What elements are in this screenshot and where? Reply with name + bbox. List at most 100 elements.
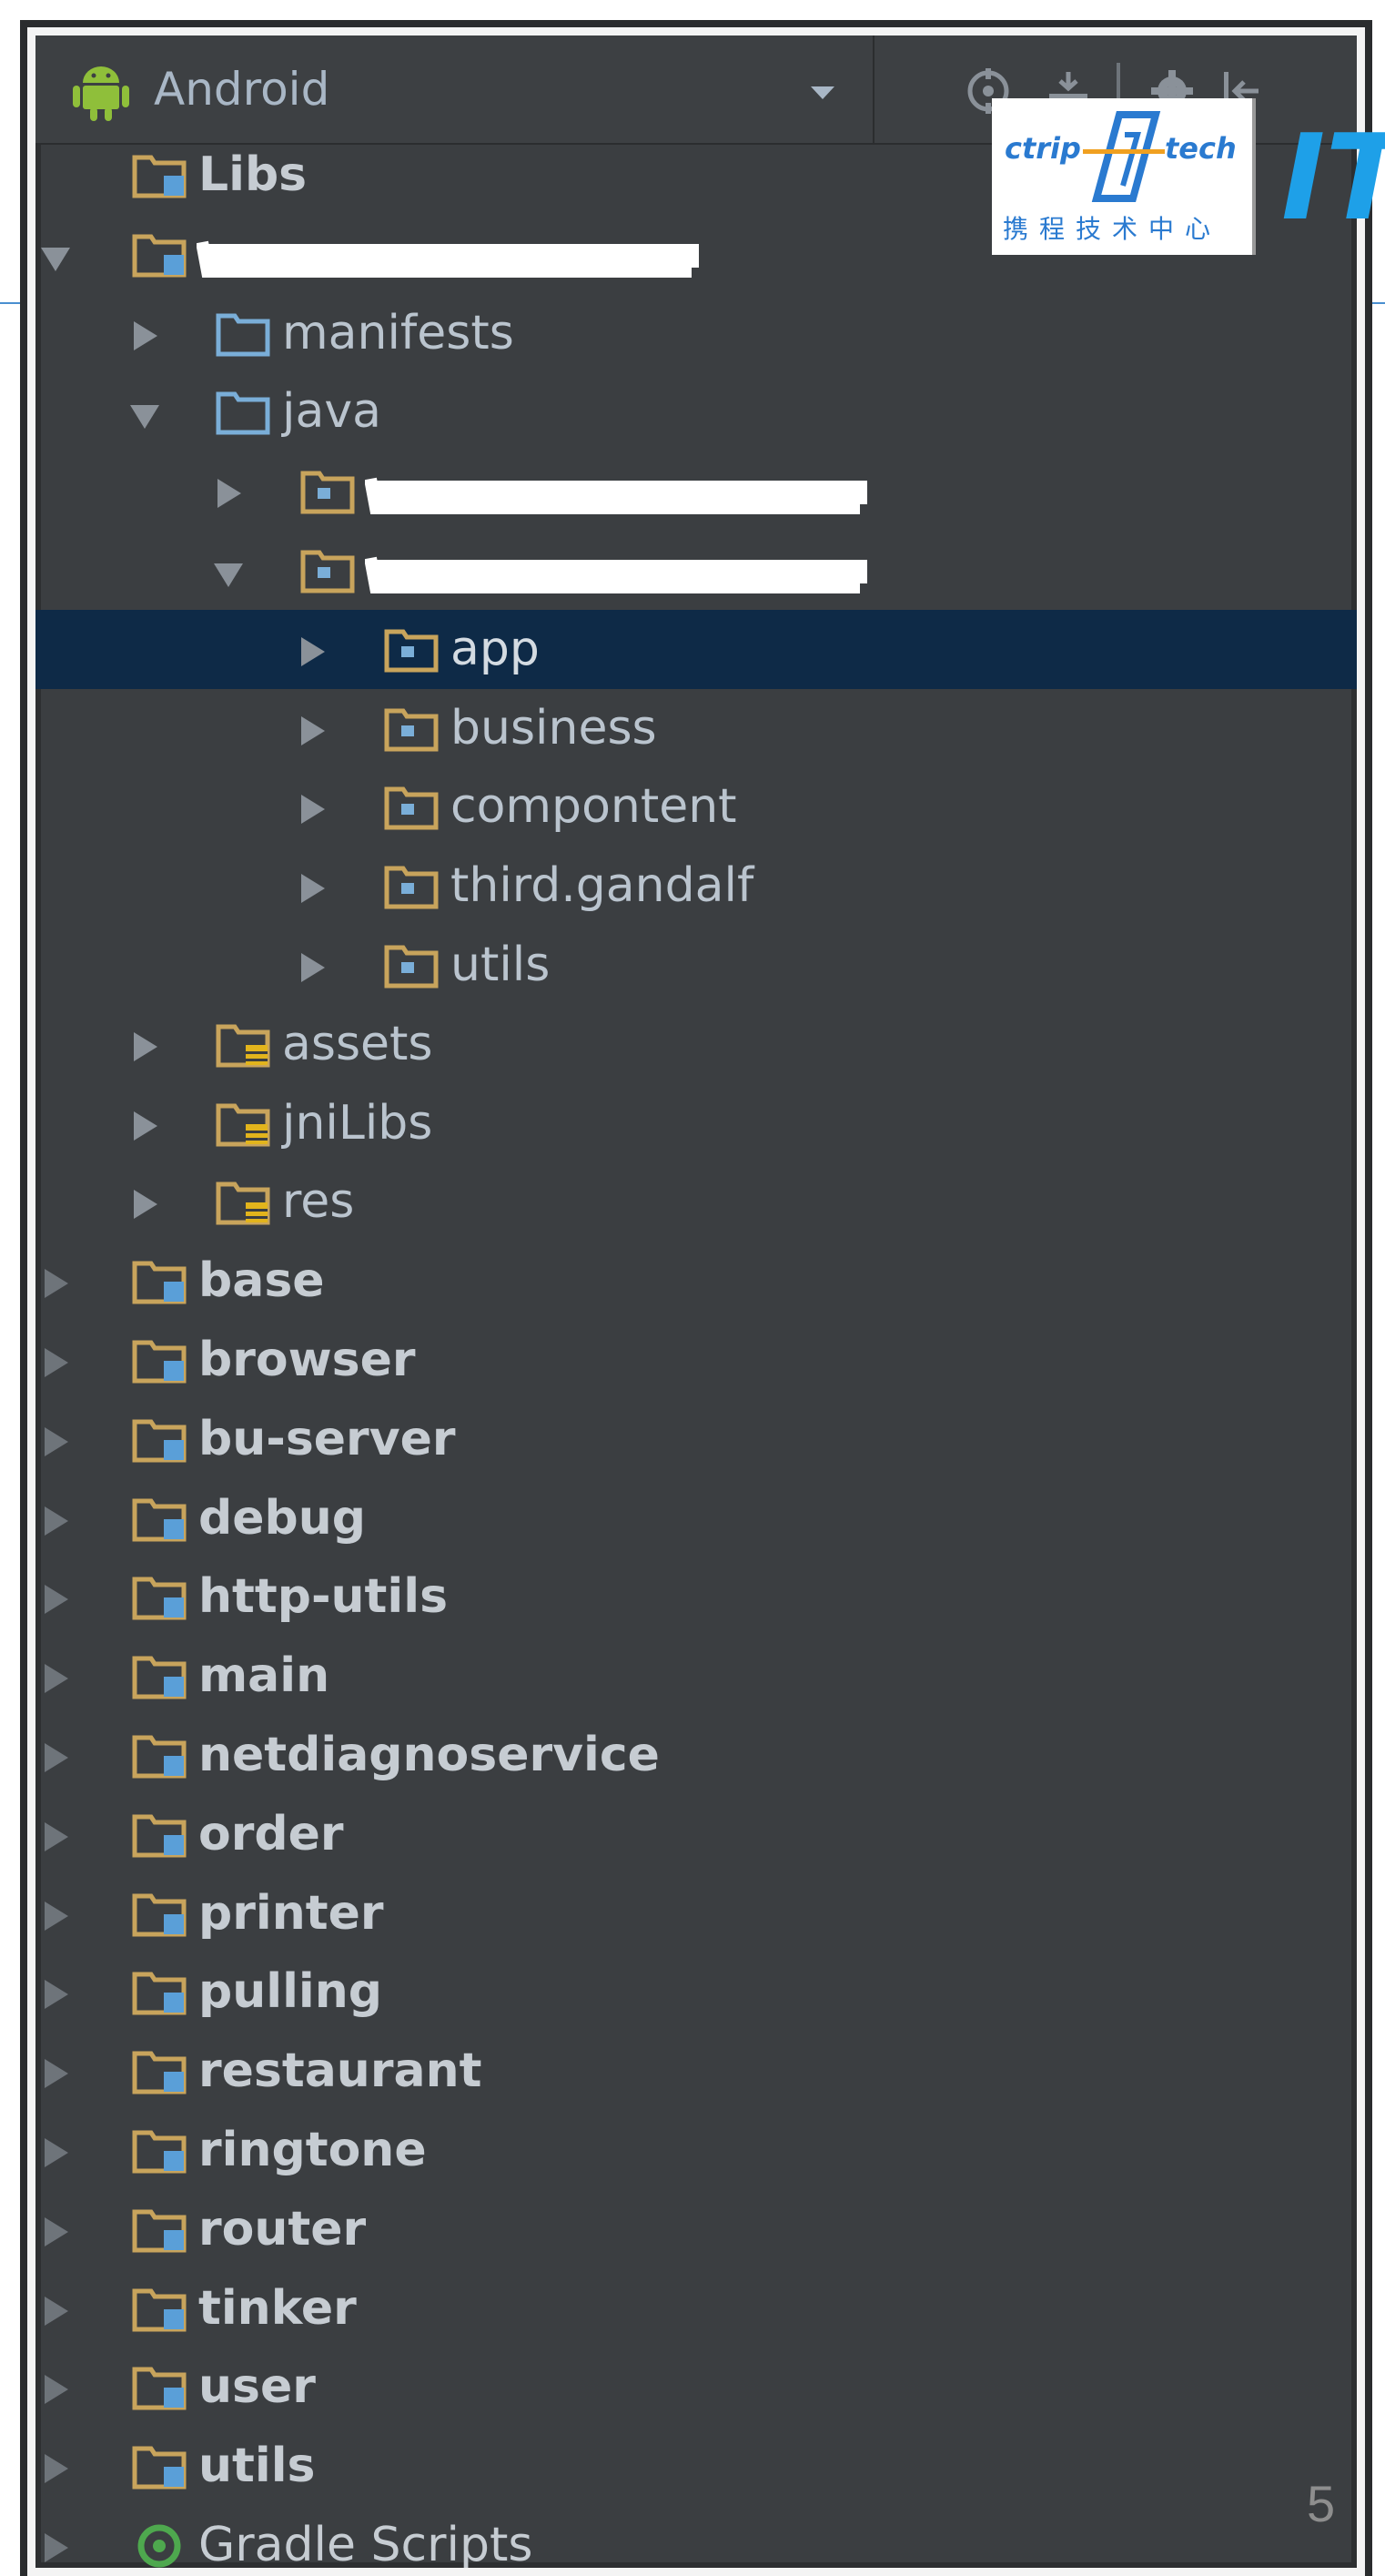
tree-row-app[interactable]: app (35, 609, 1357, 689)
tree-row-compontent[interactable]: compontent (35, 767, 1357, 847)
tree-row-label: Libs (198, 147, 308, 202)
package-folder-icon (300, 471, 355, 514)
expand-arrow-icon[interactable] (45, 2533, 68, 2562)
expand-arrow-icon[interactable] (134, 320, 157, 350)
expand-arrow-icon[interactable] (134, 1190, 157, 1220)
tree-row-label: java (282, 384, 381, 440)
module-folder-icon (132, 1340, 187, 1384)
tree-row-utils[interactable]: utils (35, 2427, 1357, 2506)
tree-row-label: jniLibs (282, 1095, 433, 1151)
tree-row-utils[interactable]: utils (35, 926, 1357, 1005)
tree-row-order[interactable]: order (35, 1795, 1357, 1874)
tree-row-redacted-4[interactable] (35, 451, 1357, 531)
expand-arrow-icon[interactable] (45, 1821, 68, 1851)
expand-arrow-icon[interactable] (45, 1426, 68, 1456)
expand-arrow-icon[interactable] (45, 2375, 68, 2405)
module-folder-icon (132, 1656, 187, 1699)
tree-row-label: tinker (198, 2280, 357, 2336)
tree-row-label: res (282, 1174, 355, 1230)
logo-chinese-text: 携程技术中心 (1003, 214, 1222, 244)
logo-divider (1252, 98, 1256, 255)
expand-arrow-icon[interactable] (301, 953, 325, 982)
tree-row-debug[interactable]: debug (35, 1479, 1357, 1558)
expand-arrow-icon[interactable] (301, 874, 325, 904)
tree-row-jnilibs[interactable]: jniLibs (35, 1084, 1357, 1163)
tree-row-label: app (450, 621, 540, 676)
module-folder-icon (132, 2288, 187, 2332)
gradle-folder-icon (137, 2524, 181, 2568)
tree-row-printer[interactable]: printer (35, 1874, 1357, 1953)
expand-arrow-icon[interactable] (45, 1980, 68, 2010)
tree-row-assets[interactable]: assets (35, 1005, 1357, 1084)
expand-arrow-icon[interactable] (45, 1743, 68, 1772)
ctrip-tech-logo: ctrip tech 携程技术中心 (992, 98, 1256, 255)
expand-arrow-icon[interactable] (217, 479, 241, 509)
tree-row-third-gandalf[interactable]: third.gandalf (35, 847, 1357, 926)
tree-row-java[interactable]: java (35, 372, 1357, 451)
module-folder-icon (132, 1261, 187, 1304)
expand-arrow-icon[interactable] (45, 1901, 68, 1931)
tree-row-label: order (198, 1806, 344, 1861)
tree-row-ringtone[interactable]: ringtone (35, 2111, 1357, 2190)
resource-folder-icon (216, 1182, 270, 1225)
expand-arrow-icon[interactable] (45, 1348, 68, 1377)
tree-row-bu-server[interactable]: bu-server (35, 1400, 1357, 1479)
tree-row-label: utils (198, 2439, 316, 2494)
redacted-name-scribble (365, 556, 867, 593)
tree-row-gradle-scripts[interactable]: Gradle Scripts (35, 2506, 1357, 2568)
module-folder-icon (132, 234, 187, 278)
expand-arrow-icon[interactable] (45, 2454, 68, 2484)
tree-row-label: third.gandalf (450, 858, 754, 914)
tree-row-http-utils[interactable]: http-utils (35, 1557, 1357, 1637)
expand-arrow-icon[interactable] (45, 1585, 68, 1615)
tree-row-manifests[interactable]: manifests (35, 294, 1357, 373)
expand-arrow-icon[interactable] (134, 1031, 157, 1061)
tree-row-label: assets (282, 1016, 433, 1071)
tree-row-label: bu-server (198, 1411, 456, 1466)
tree-row-netdiagnoservice[interactable]: netdiagnoservice (35, 1716, 1357, 1795)
package-folder-icon (384, 708, 439, 752)
expand-arrow-icon[interactable] (45, 2059, 68, 2089)
module-folder-icon (132, 1893, 187, 1937)
folder-folder-icon (216, 391, 270, 435)
tree-row-label: ringtone (198, 2123, 427, 2177)
project-panel: Android Libs manifests java app business (27, 27, 1365, 2576)
expand-arrow-icon[interactable] (301, 715, 325, 745)
tree-row-res[interactable]: res (35, 1162, 1357, 1242)
tree-row-browser[interactable]: browser (35, 1321, 1357, 1400)
expand-arrow-icon[interactable] (301, 636, 325, 666)
tree-row-router[interactable]: router (35, 2190, 1357, 2269)
expand-arrow-icon[interactable] (45, 1269, 68, 1299)
toolbar-separator (873, 35, 874, 143)
collapse-arrow-icon[interactable] (41, 247, 70, 271)
logo-ctrip-text: ctrip (1005, 131, 1081, 166)
tree-row-user[interactable]: user (35, 2348, 1357, 2427)
expand-arrow-icon[interactable] (134, 1111, 157, 1141)
tree-row-label: base (198, 1253, 325, 1309)
package-folder-icon (300, 550, 355, 593)
tree-row-business[interactable]: business (35, 689, 1357, 768)
expand-arrow-icon[interactable] (45, 2216, 68, 2246)
tree-row-main[interactable]: main (35, 1637, 1357, 1716)
resource-folder-icon (216, 1103, 270, 1147)
expand-arrow-icon[interactable] (301, 795, 325, 825)
tree-row-pulling[interactable]: pulling (35, 1952, 1357, 2032)
module-folder-icon (132, 1498, 187, 1542)
module-folder-icon (132, 2209, 187, 2253)
folder-folder-icon (216, 313, 270, 357)
tree-row-label: restaurant (198, 2044, 482, 2099)
tree-row-base[interactable]: base (35, 1242, 1357, 1321)
expand-arrow-icon[interactable] (45, 2296, 68, 2326)
collapse-arrow-icon[interactable] (214, 563, 243, 587)
tree-row-tinker[interactable]: tinker (35, 2269, 1357, 2348)
expand-arrow-icon[interactable] (45, 1664, 68, 1694)
view-selector-label[interactable]: Android (154, 63, 329, 116)
expand-arrow-icon[interactable] (45, 1506, 68, 1536)
expand-arrow-icon[interactable] (45, 2138, 68, 2167)
dropdown-icon[interactable] (809, 85, 836, 101)
tree-row-restaurant[interactable]: restaurant (35, 2032, 1357, 2111)
tree-row-label: netdiagnoservice (198, 1728, 660, 1782)
tree-row-redacted-5[interactable] (35, 531, 1357, 610)
collapse-arrow-icon[interactable] (130, 405, 159, 430)
resource-folder-icon (216, 1024, 270, 1068)
